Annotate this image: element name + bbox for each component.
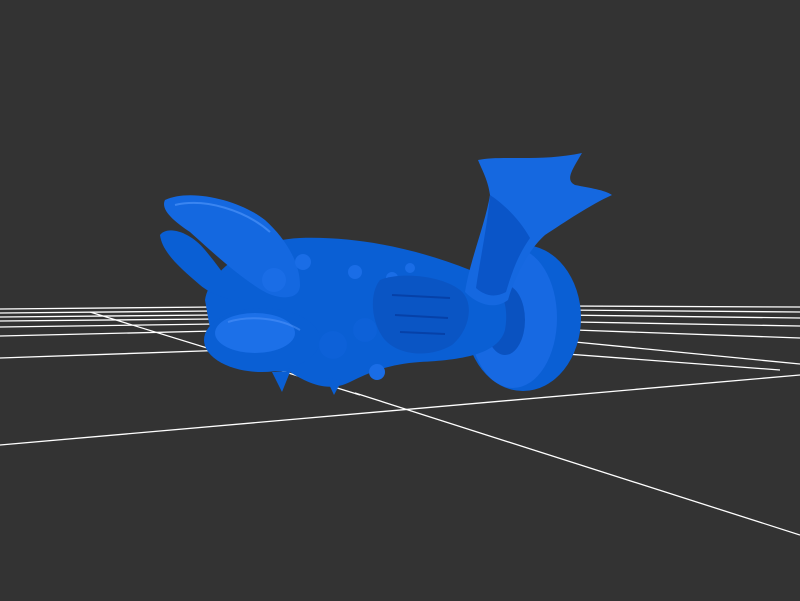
- 3d-viewport[interactable]: [0, 0, 800, 601]
- model-engine: [372, 275, 469, 354]
- model-detail: [369, 364, 385, 380]
- model-detail: [262, 268, 286, 292]
- model-detail: [348, 265, 362, 279]
- model-detail: [295, 254, 311, 270]
- model-detail: [319, 331, 347, 359]
- viewport-scene[interactable]: [0, 0, 800, 601]
- model-detail: [353, 318, 377, 342]
- model-detail: [405, 263, 415, 273]
